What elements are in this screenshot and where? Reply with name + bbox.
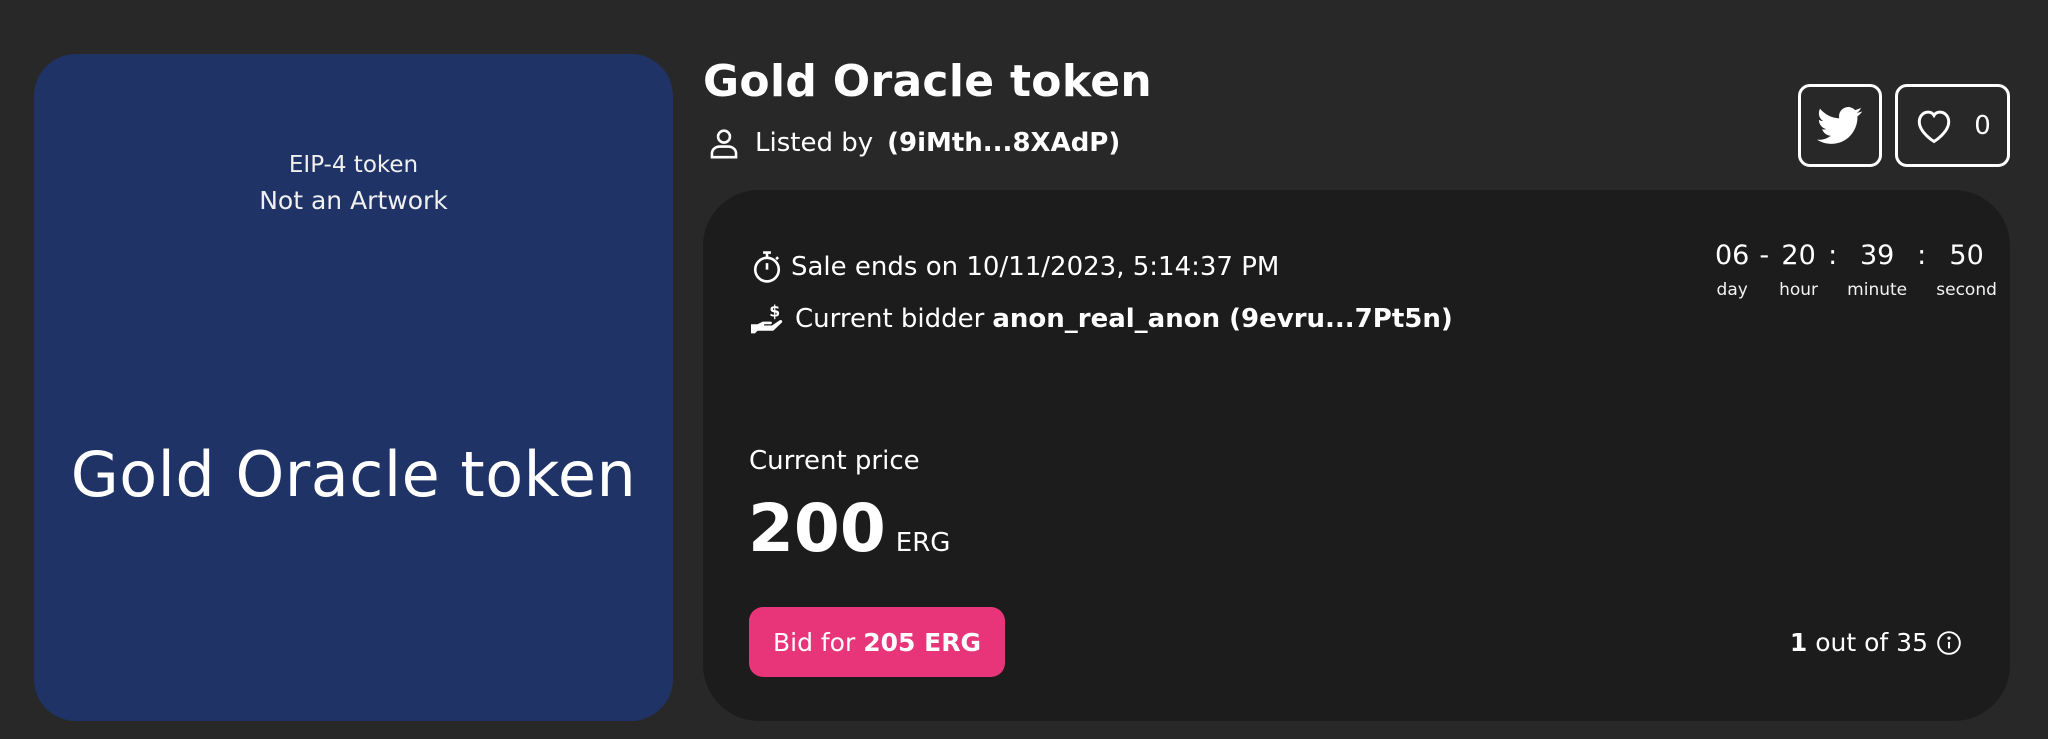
countdown-minutes: 39 minute <box>1847 240 1907 300</box>
supply-index: 1 <box>1789 628 1808 657</box>
countdown-seconds: 50 second <box>1936 240 1997 300</box>
twitter-icon <box>1817 106 1863 144</box>
current-price: 200 ERG <box>748 490 950 567</box>
countdown-separator: : <box>1828 240 1838 271</box>
countdown-value: 50 <box>1949 240 1984 271</box>
artwork-note: Not an Artwork <box>259 186 448 215</box>
money-hand-icon: $ <box>751 302 783 334</box>
sale-ends: Sale ends on 10/11/2023, 5:14:37 PM <box>751 250 1279 284</box>
countdown-days: 06 day <box>1715 240 1749 300</box>
countdown-unit: hour <box>1779 280 1819 300</box>
edition-supply: 1 out of 35 <box>1790 628 1962 657</box>
heart-icon <box>1918 110 1951 143</box>
price-currency: ERG <box>895 528 951 558</box>
bid-button-prefix: Bid for <box>772 627 856 657</box>
bidder-name-link[interactable]: anon_real_anon (9evru...7Pt5n) <box>992 304 1452 334</box>
share-twitter-button[interactable] <box>1798 84 1882 167</box>
countdown-hours: 20 hour <box>1779 240 1818 300</box>
countdown-value: 20 <box>1781 240 1816 271</box>
page-title: Gold Oracle token <box>703 56 1152 107</box>
bid-button-amount: 205 ERG <box>863 627 982 657</box>
countdown-separator: - <box>1759 240 1770 271</box>
user-icon <box>710 129 738 159</box>
countdown-unit: minute <box>1847 280 1908 300</box>
stopwatch-icon <box>753 251 781 283</box>
countdown-timer: 06 day - 20 hour : 39 minute : 50 second <box>1715 240 1997 300</box>
token-artwork: EIP-4 token Not an Artwork Gold Oracle t… <box>34 54 673 721</box>
info-icon[interactable] <box>1936 630 1962 656</box>
sale-ends-text: Sale ends on 10/11/2023, 5:14:37 PM <box>791 252 1280 282</box>
bid-button[interactable]: Bid for 205 ERG <box>749 607 1005 677</box>
countdown-unit: day <box>1716 280 1748 300</box>
countdown-value: 06 <box>1715 240 1750 271</box>
like-button[interactable]: 0 <box>1895 84 2010 167</box>
price-amount: 200 <box>748 490 886 567</box>
token-type-label: EIP-4 token <box>288 152 419 178</box>
seller-address-link[interactable]: (9iMth...8XAdP) <box>887 128 1120 158</box>
countdown-unit: second <box>1936 280 1997 300</box>
countdown-separator: : <box>1917 240 1927 271</box>
svg-text:$: $ <box>769 302 780 320</box>
current-bidder: $ Current bidder anon_real_anon (9evru..… <box>749 302 1453 336</box>
artwork-token-name: Gold Oracle token <box>70 438 637 511</box>
countdown-value: 39 <box>1859 240 1895 271</box>
bidder-label: Current bidder <box>795 304 985 334</box>
supply-text: out of 35 <box>1815 628 1928 657</box>
like-count: 0 <box>1974 110 1991 141</box>
auction-panel: Sale ends on 10/11/2023, 5:14:37 PM $ Cu… <box>703 190 2010 721</box>
listed-by: Listed by (9iMth...8XAdP) <box>707 126 1120 160</box>
listed-by-label: Listed by <box>755 128 874 158</box>
current-price-label: Current price <box>749 446 920 476</box>
